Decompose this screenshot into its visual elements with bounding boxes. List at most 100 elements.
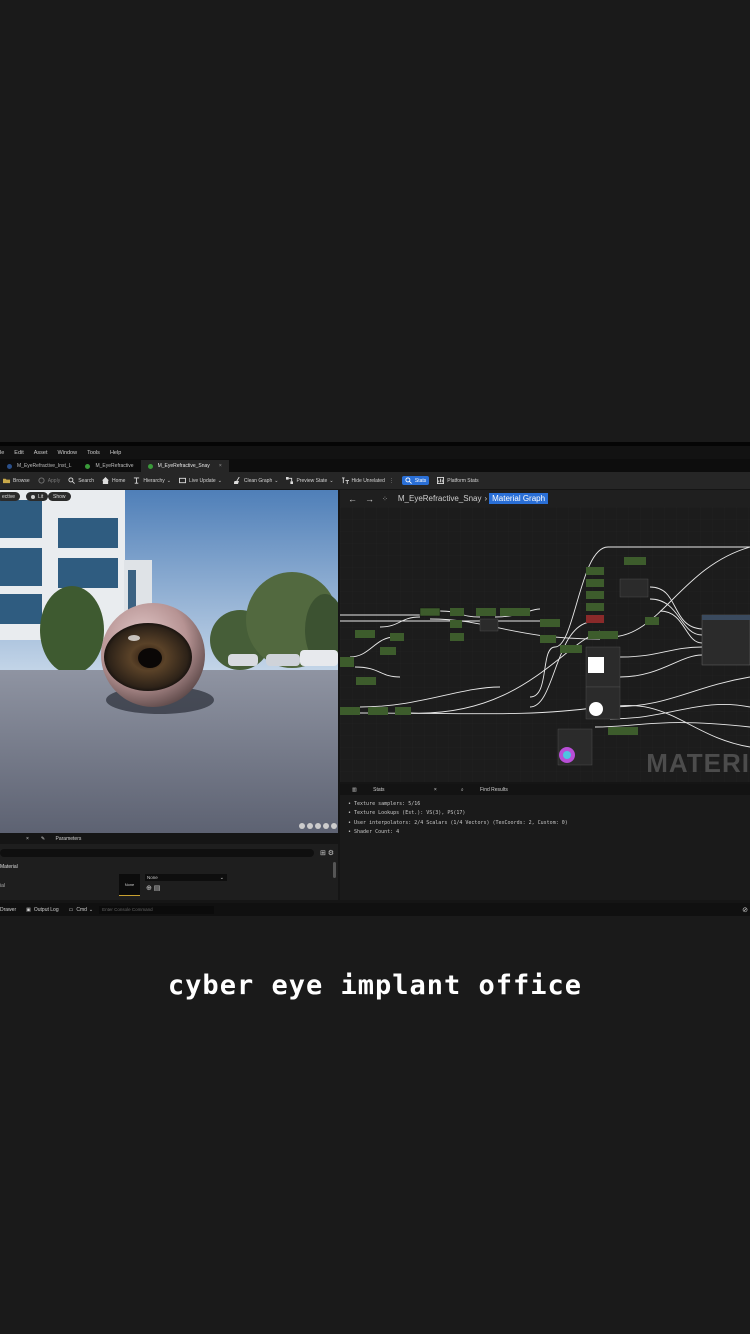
hierarchy-label: Hierarchy (143, 477, 165, 484)
menu-file[interactable]: le (0, 450, 4, 456)
material-icon (7, 463, 12, 469)
scrollbar[interactable] (333, 862, 336, 878)
search-button[interactable]: Search (68, 477, 94, 484)
broom-icon (233, 477, 240, 484)
perspective-button[interactable]: ective (0, 492, 21, 501)
search-icon (68, 477, 76, 484)
texture-thumbnail[interactable]: None (119, 874, 140, 896)
show-button[interactable]: Show (48, 492, 71, 501)
search-icon (405, 477, 412, 484)
tab-stats-label: Stats (373, 786, 385, 793)
cmd-label: Cmd (76, 906, 87, 913)
menu-edit[interactable]: Edit (14, 450, 23, 456)
chevron-down-icon: ⌄ (217, 477, 222, 484)
tab-eyerefractive[interactable]: M_EyeRefractive (78, 460, 140, 472)
menu-window[interactable]: Window (58, 450, 78, 456)
hierarchy-icon (134, 477, 140, 484)
search-icon: ⌕ (460, 786, 464, 793)
platform-stats-label: Platform Stats (447, 477, 479, 484)
more-options-icon[interactable]: ⋮ (389, 478, 394, 484)
menu-asset[interactable]: Asset (34, 450, 48, 456)
viewport-scene (0, 490, 338, 833)
preview-state-button[interactable]: Preview State ⌄ (286, 477, 334, 484)
console-command-input[interactable]: Enter Console Command (99, 905, 215, 914)
stats-tabbar: ▥ Stats × ⌕ Find Results (340, 784, 750, 795)
node-graph-canvas[interactable] (340, 507, 750, 782)
tab-eyerefractive-snay[interactable]: M_EyeRefractive_Snay × (140, 460, 229, 472)
output-log-button[interactable]: ▣ Output Log (26, 907, 58, 913)
search-label: Search (78, 477, 95, 484)
stats-line: • Shader Count: 4 (348, 829, 400, 836)
material-graph-panel[interactable]: ← → ⁘ M_EyeRefractive_Snay › Material Gr… (340, 490, 750, 782)
live-update-button[interactable]: Live Update ⌄ (179, 477, 222, 484)
forward-arrow-icon[interactable]: → (365, 494, 374, 504)
back-arrow-icon[interactable]: ← (348, 494, 357, 504)
menu-help[interactable]: Help (110, 450, 121, 456)
tab-parameters[interactable]: ✎ Parameters (35, 836, 81, 842)
preview-state-label: Preview State (296, 477, 328, 484)
close-icon[interactable]: × (26, 836, 29, 842)
source-control-icon[interactable]: ⊘ (742, 906, 748, 914)
stats-icon: ▥ (352, 786, 357, 793)
clean-graph-button[interactable]: Clean Graph ⌄ (233, 477, 278, 484)
tab-eyerefractive-inst[interactable]: M_EyeRefractive_Inst_L (0, 460, 78, 472)
tab-stats[interactable]: ▥ Stats × (340, 787, 449, 793)
live-update-icon (179, 477, 186, 484)
asset-dropdown-value: None (147, 875, 158, 880)
platform-stats-button[interactable]: Platform Stats (437, 477, 479, 484)
tab-parameters-label: Parameters (55, 836, 82, 842)
apply-button[interactable]: Apply (38, 477, 61, 484)
pencil-icon: ✎ (40, 836, 46, 842)
apply-icon (38, 477, 45, 484)
home-icon (102, 477, 110, 484)
menu-bar: le Edit Asset Window Tools Help (0, 446, 750, 459)
tab-label: M_EyeRefractive_Inst_L (17, 463, 72, 469)
status-bar: Drawer ▣ Output Log ▭ Cmd ⌄ Enter Consol… (0, 903, 750, 916)
chevron-down-icon: ⌄ (166, 477, 171, 484)
cmd-button[interactable]: ▭ Cmd ⌄ (69, 907, 94, 913)
graph-watermark: MATERI (646, 748, 750, 778)
stats-panel: ▥ Stats × ⌕ Find Results • Texture sampl… (340, 784, 750, 900)
graph-header: ← → ⁘ M_EyeRefractive_Snay › Material Gr… (340, 490, 750, 507)
property-label: ial (0, 883, 6, 889)
tab-label: M_EyeRefractive_Snay (157, 463, 210, 469)
home-label: Home (112, 477, 126, 484)
stats-line: • Texture samplers: 5/16 (348, 801, 421, 807)
content-drawer-button[interactable]: Drawer (0, 907, 16, 913)
grid-view-icon[interactable]: ⊞ ⚙ (320, 849, 334, 857)
tab-label: M_EyeRefractive (95, 463, 134, 469)
apply-label: Apply (47, 477, 61, 484)
platform-stats-icon (437, 477, 445, 484)
lit-button[interactable]: Lit (26, 492, 49, 501)
asset-tab-bar: M_EyeRefractive_Inst_L M_EyeRefractive M… (0, 459, 750, 472)
log-icon: ▣ (26, 906, 31, 913)
parameters-panel: × ✎ Parameters ⊞ ⚙ Material ial None Non… (0, 834, 338, 900)
hide-unrelated-button[interactable]: Hide Unrelated ⋮ (341, 477, 394, 484)
parameters-tabbar: × ✎ Parameters (0, 834, 338, 844)
stats-button[interactable]: Stats (401, 476, 430, 485)
stats-label: Stats (414, 477, 427, 484)
tab-find-results[interactable]: ⌕ Find Results (449, 787, 520, 793)
material-icon (85, 463, 91, 469)
stats-list: • Texture samplers: 5/16 • Texture Looku… (340, 795, 750, 838)
stats-line: • User interpolators: 2/4 Scalars (1/4 V… (348, 819, 568, 826)
chevron-down-icon: ⌄ (329, 477, 334, 484)
close-icon[interactable]: × (219, 463, 222, 469)
browse-button[interactable]: Browse (3, 477, 30, 484)
menu-tools[interactable]: Tools (87, 450, 100, 456)
preview-viewport[interactable]: ective Lit Show (0, 490, 338, 833)
graph-title[interactable]: M_EyeRefractive_Snay (398, 494, 482, 503)
close-icon[interactable]: × (428, 787, 443, 793)
home-button[interactable]: Home (102, 477, 125, 484)
output-log-label: Output Log (33, 906, 59, 913)
breadcrumb-material-graph[interactable]: Material Graph (489, 493, 549, 504)
category-material[interactable]: Material (0, 864, 18, 870)
hierarchy-button[interactable]: Hierarchy ⌄ (133, 477, 171, 484)
parameters-search-input[interactable] (0, 849, 314, 857)
chevron-down-icon: ⌄ (219, 874, 224, 881)
editor-toolbar: Browse Apply Search Home Hierarchy ⌄ Liv… (0, 472, 750, 489)
clean-graph-label: Clean Graph (243, 477, 273, 484)
asset-dropdown[interactable]: None ⌄ (145, 874, 227, 881)
story-caption: cyber eye implant office (167, 970, 583, 1001)
asset-action-icons[interactable]: ⊕ ▤ (146, 884, 160, 892)
